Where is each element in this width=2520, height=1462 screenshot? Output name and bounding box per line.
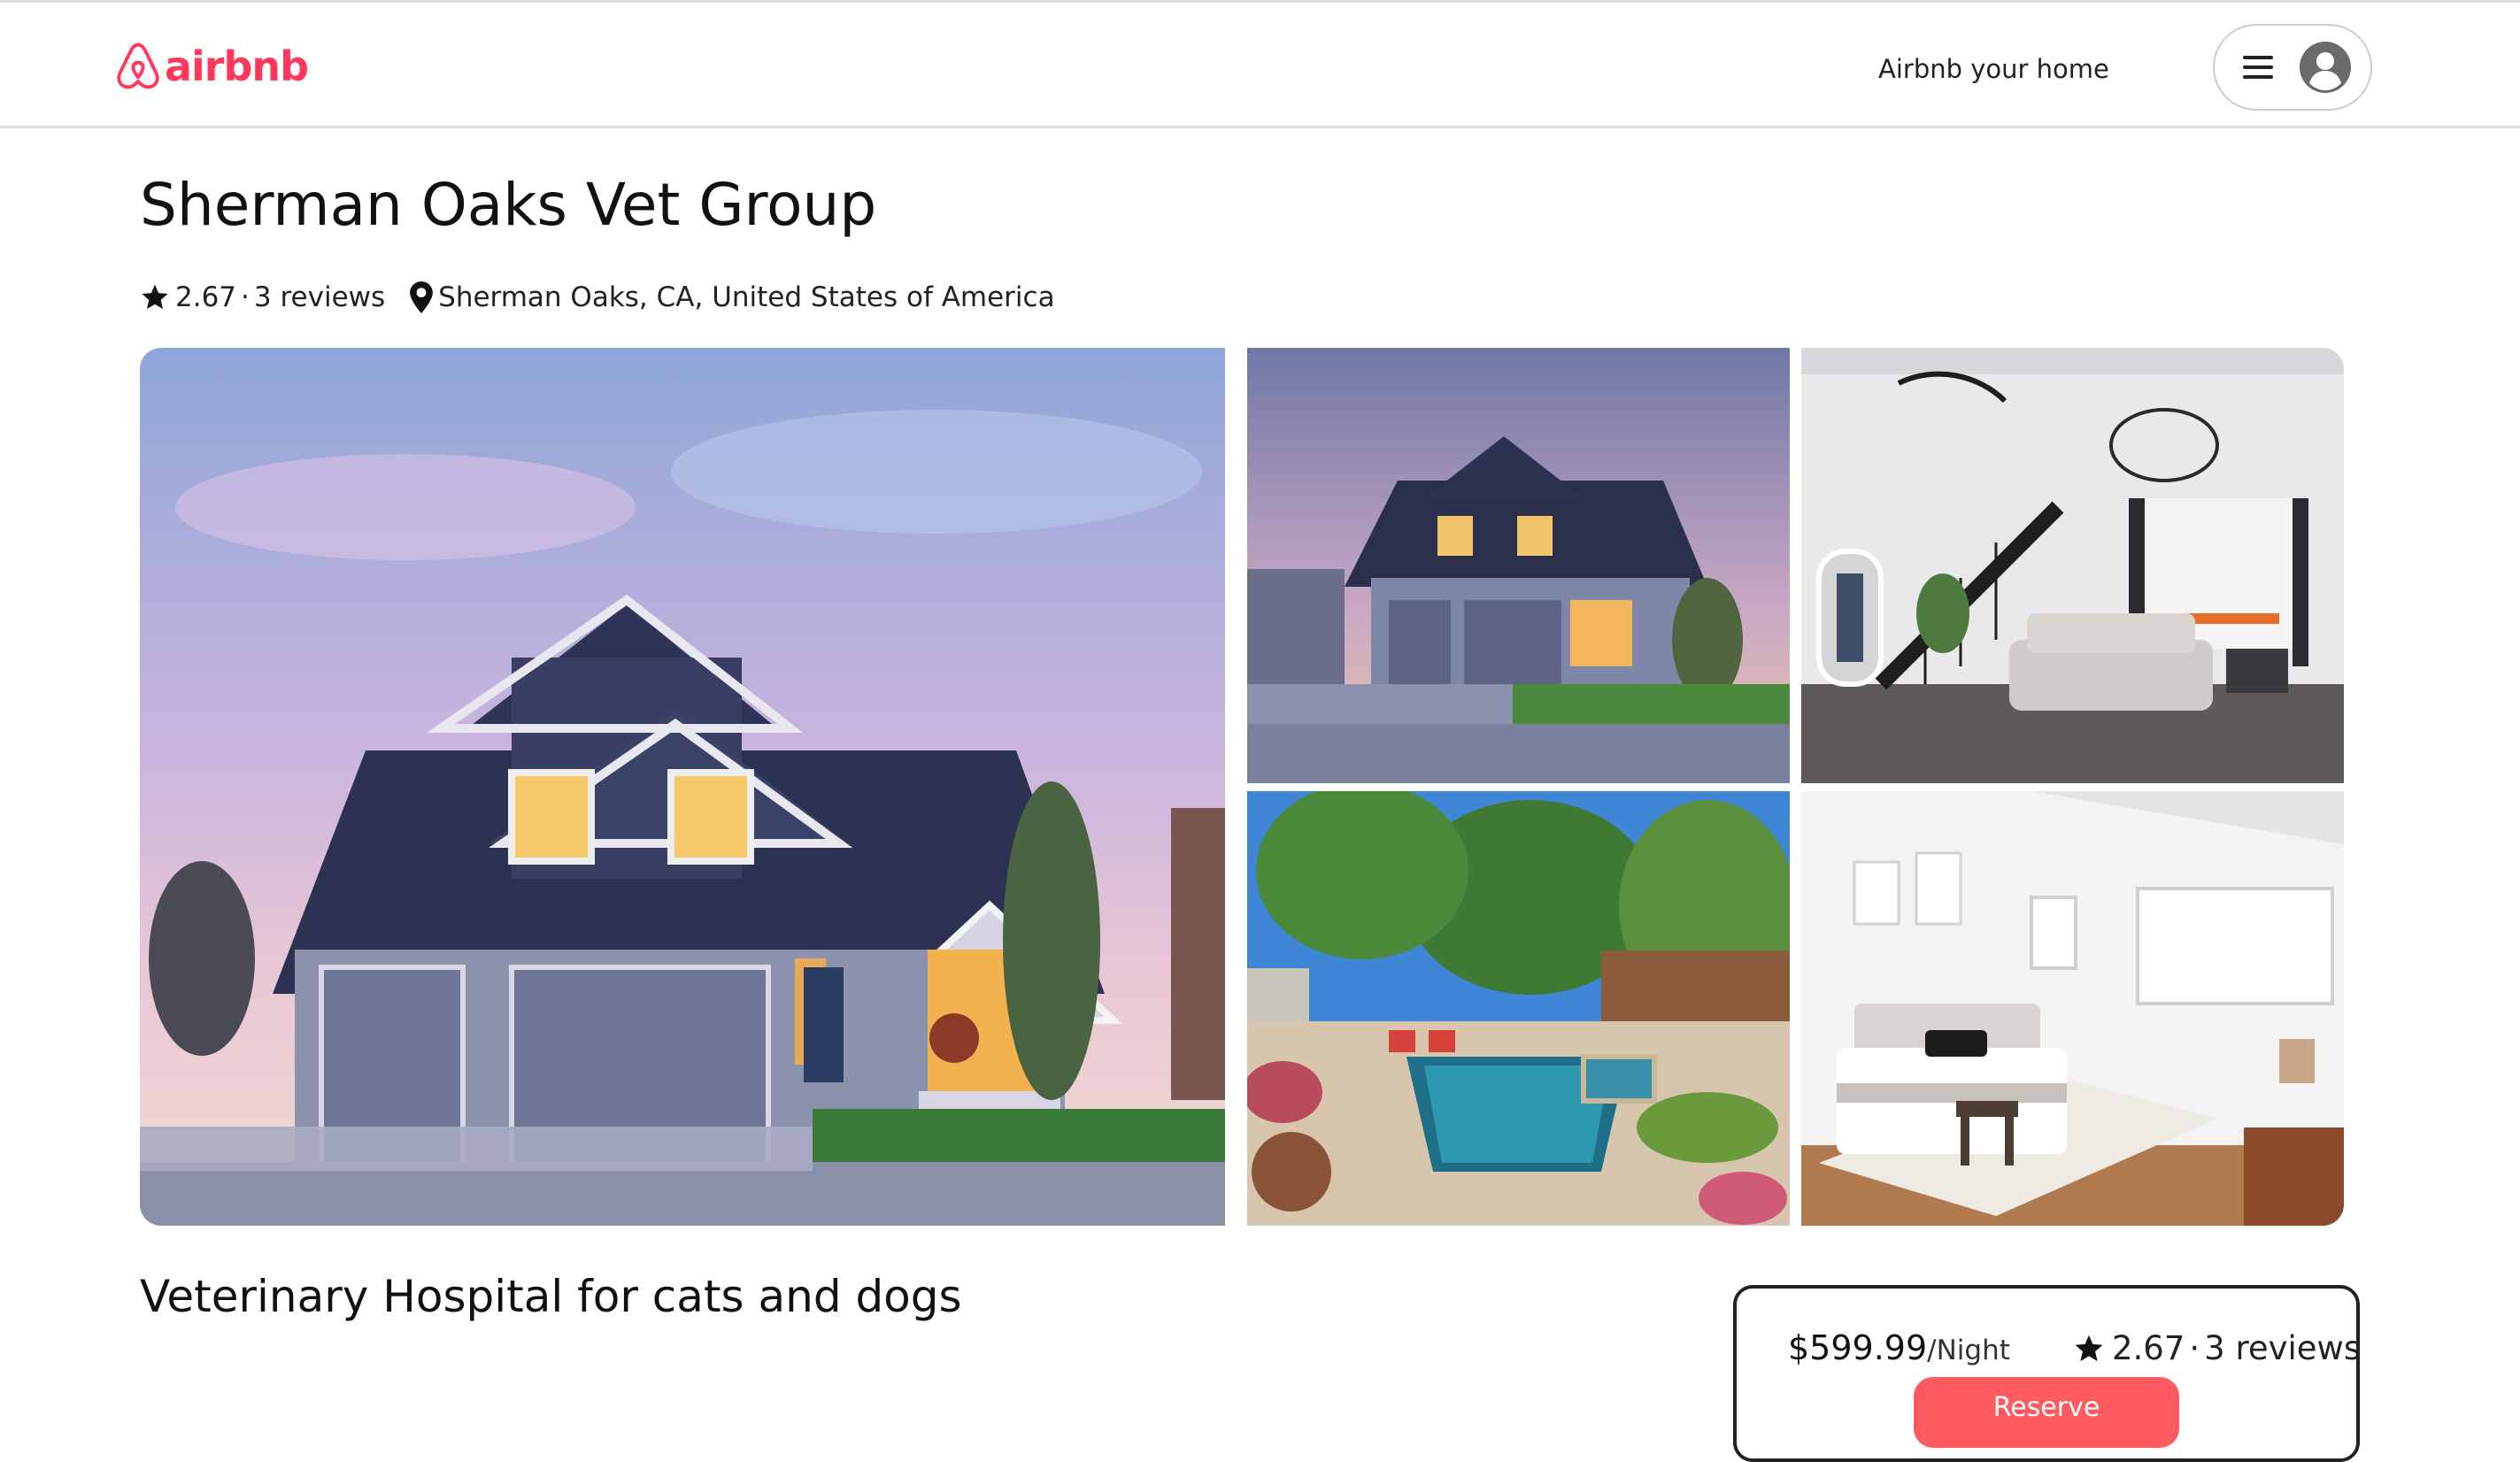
photo-house-exterior-front[interactable] [1247, 348, 1790, 783]
separator-dot: · [241, 281, 250, 313]
photo-living-room-staircase[interactable] [1801, 348, 2344, 783]
airbnb-your-home-link[interactable]: Airbnb your home [1878, 54, 2109, 84]
card-rating: 2.67 · 3 reviews [2073, 1329, 2361, 1367]
price-row: $599.99 /Night [1788, 1328, 2010, 1367]
photo-bedroom[interactable] [1801, 791, 2344, 1226]
rating-value: 2.67 [175, 281, 237, 313]
listing-meta-row: 2.67 · 3 reviews Sherman Oaks, CA, Unite… [140, 278, 1055, 317]
hamburger-menu-icon [2243, 54, 2273, 81]
photo-house-exterior-dusk[interactable] [140, 348, 1225, 1226]
listing-description-title: Veterinary Hospital for cats and dogs [140, 1271, 962, 1322]
profile-menu-button[interactable] [2213, 24, 2372, 111]
photo-gallery [140, 348, 2344, 1226]
reviews-link[interactable]: 3 reviews [254, 281, 385, 313]
location-pin-icon [410, 281, 433, 313]
price-unit: /Night [1927, 1335, 2010, 1366]
star-icon [2073, 1333, 2105, 1365]
logo-text: airbnb [165, 42, 309, 90]
top-navbar: airbnb Airbnb your home [0, 0, 2520, 128]
photo-backyard-pool[interactable] [1247, 791, 1790, 1226]
card-reviews-link[interactable]: 3 reviews [2204, 1329, 2361, 1367]
user-avatar-icon [2300, 42, 2351, 93]
listing-title: Sherman Oaks Vet Group [140, 171, 877, 239]
star-icon [140, 282, 170, 312]
reserve-button[interactable]: Reserve [1914, 1377, 2179, 1448]
booking-card: $599.99 /Night 2.67 · 3 reviews Reserve [1733, 1285, 2361, 1462]
price-amount: $599.99 [1788, 1328, 1928, 1367]
separator-dot: · [2189, 1329, 2200, 1367]
airbnb-logo[interactable]: airbnb [115, 40, 309, 93]
location-text[interactable]: Sherman Oaks, CA, United States of Ameri… [438, 281, 1054, 313]
airbnb-logo-icon [117, 42, 159, 89]
card-rating-value: 2.67 [2112, 1329, 2185, 1367]
